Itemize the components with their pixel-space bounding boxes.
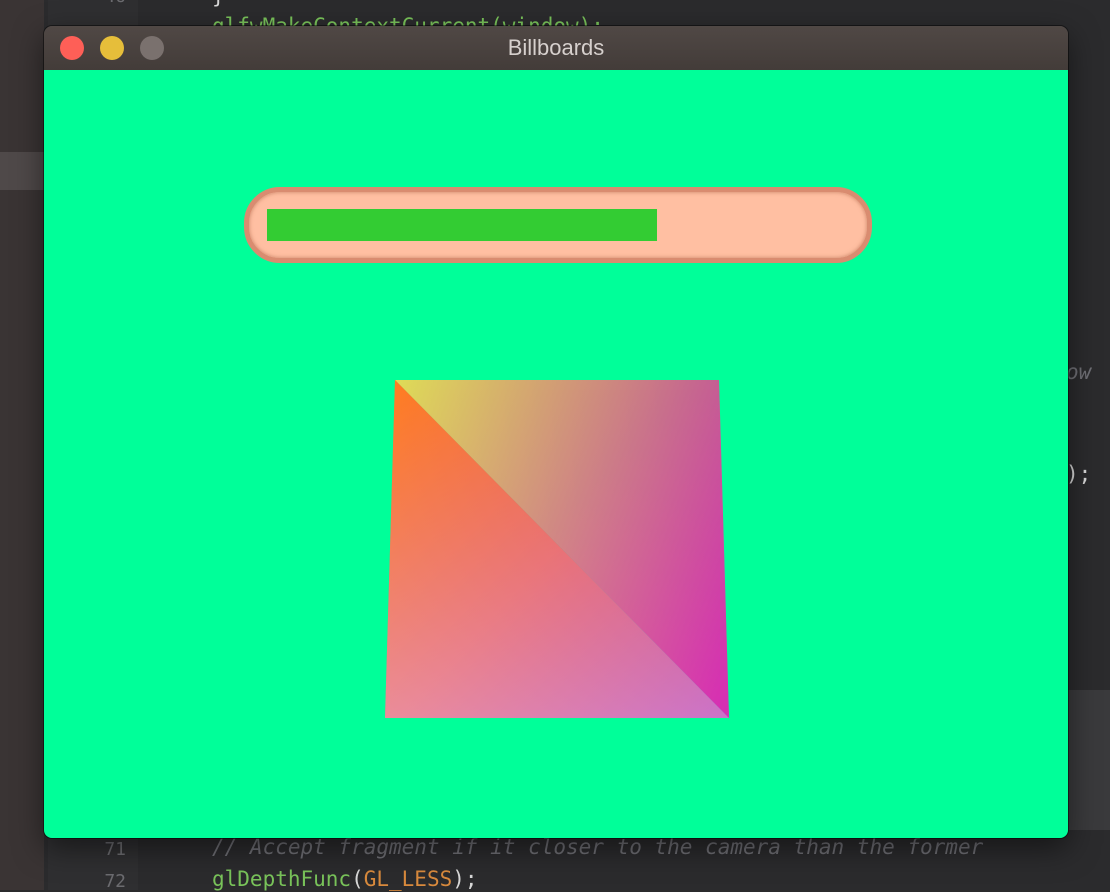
line-number: 72	[104, 871, 126, 892]
code-punctuation: (	[351, 867, 364, 891]
line-number: 46	[50, 0, 126, 7]
rendered-cube-face	[385, 380, 729, 718]
window-titlebar[interactable]: Billboards	[44, 26, 1068, 71]
editor-sidebar-strip	[0, 0, 44, 890]
window-title: Billboards	[507, 35, 605, 60]
render-viewport[interactable]	[44, 70, 1068, 838]
code-fragment: ow	[1066, 360, 1092, 384]
editor-sidebar-highlight	[0, 152, 44, 190]
billboards-window: Billboards	[44, 26, 1068, 838]
editor-side-panel	[1068, 690, 1110, 830]
code-punctuation: );	[452, 867, 478, 891]
code-line: }	[212, 0, 225, 8]
line-number: 71	[104, 839, 126, 860]
code-fragment: );	[1066, 462, 1092, 486]
code-line: glDepthFunc(GL_LESS);	[212, 867, 478, 891]
code-comment-line: // Accept fragment if it closer to the c…	[212, 835, 984, 859]
constant-name: GL_LESS	[363, 867, 453, 891]
function-name: glDepthFunc	[212, 867, 352, 891]
